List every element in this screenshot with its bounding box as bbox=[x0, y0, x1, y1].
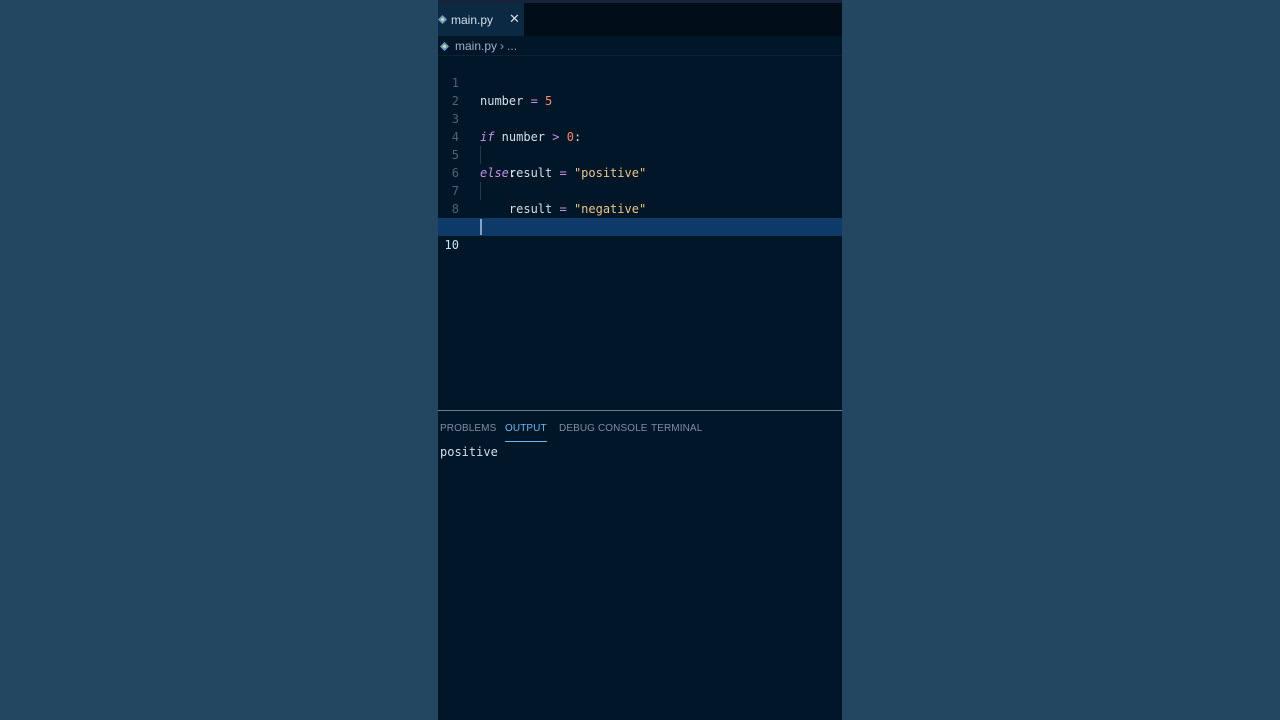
code-line[interactable]: 8 print(result) bbox=[438, 182, 842, 234]
breadcrumb: main.py › ... bbox=[438, 37, 842, 56]
python-file-icon bbox=[438, 15, 447, 24]
editor-tab-bar: main.py ✕ bbox=[438, 0, 842, 36]
code-line[interactable]: 4 result = "positive" bbox=[438, 110, 842, 180]
bottom-panel: PROBLEMS OUTPUT DEBUG CONSOLE TERMINAL p… bbox=[438, 410, 842, 720]
breadcrumb-file[interactable]: main.py bbox=[455, 39, 497, 53]
tab-label: main.py bbox=[451, 12, 494, 27]
code-editor-window: main.py ✕ main.py › ... 1 number = 5 2 3 bbox=[438, 0, 842, 720]
screen: main.py ✕ main.py › ... 1 number = 5 2 3 bbox=[0, 0, 1280, 720]
code-line[interactable]: 2 bbox=[438, 74, 842, 108]
tab-problems[interactable]: PROBLEMS bbox=[440, 419, 496, 441]
text-cursor bbox=[480, 219, 482, 235]
tab-output[interactable]: OUTPUT bbox=[505, 419, 547, 442]
code-line[interactable]: 7 bbox=[438, 164, 842, 198]
tab-debug-console[interactable]: DEBUG CONSOLE bbox=[559, 419, 648, 441]
line-number: 10 bbox=[444, 238, 459, 252]
close-tab-icon[interactable]: ✕ bbox=[509, 13, 520, 26]
code-area[interactable]: 1 number = 5 2 3 if number > 0: 4 result… bbox=[438, 56, 842, 252]
code-line[interactable]: 5 else: bbox=[438, 128, 842, 180]
code-line[interactable]: 1 number = 5 bbox=[438, 56, 842, 108]
chevron-right-icon: › bbox=[500, 39, 505, 53]
tab-terminal[interactable]: TERMINAL bbox=[651, 419, 702, 441]
output-text: positive bbox=[440, 445, 498, 459]
code-line[interactable]: 6 result = "negative" bbox=[438, 146, 842, 216]
tab-main-py[interactable]: main.py ✕ bbox=[438, 3, 524, 36]
code-line[interactable]: 3 if number > 0: bbox=[438, 92, 842, 144]
code-line-active[interactable]: 10 bbox=[438, 218, 842, 252]
breadcrumb-symbols[interactable]: ... bbox=[507, 39, 517, 53]
python-file-icon bbox=[440, 41, 449, 51]
code-line[interactable]: 9 bbox=[438, 200, 842, 234]
panel-tab-bar: PROBLEMS OUTPUT DEBUG CONSOLE TERMINAL bbox=[438, 419, 842, 443]
